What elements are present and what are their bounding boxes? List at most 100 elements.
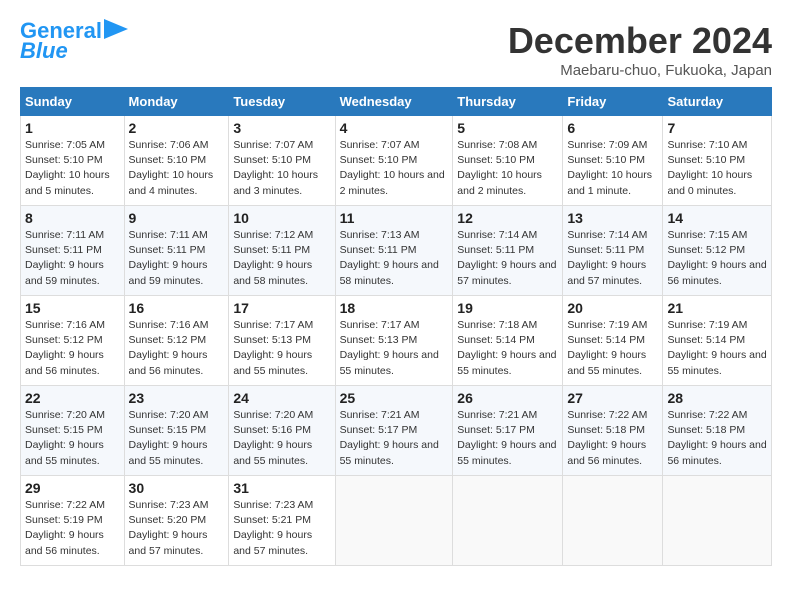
day-info: Sunrise: 7:05 AMSunset: 5:10 PMDaylight:…: [25, 139, 110, 197]
weekday-header: Sunday: [21, 88, 125, 116]
day-info: Sunrise: 7:10 AMSunset: 5:10 PMDaylight:…: [667, 139, 752, 197]
calendar-day-cell: 2 Sunrise: 7:06 AMSunset: 5:10 PMDayligh…: [124, 116, 229, 206]
day-info: Sunrise: 7:17 AMSunset: 5:13 PMDaylight:…: [233, 319, 313, 377]
day-number: 7: [667, 120, 767, 136]
weekday-header-row: SundayMondayTuesdayWednesdayThursdayFrid…: [21, 88, 772, 116]
day-number: 6: [567, 120, 658, 136]
day-number: 13: [567, 210, 658, 226]
month-title: December 2024: [508, 20, 772, 62]
day-info: Sunrise: 7:22 AMSunset: 5:18 PMDaylight:…: [567, 409, 647, 467]
day-info: Sunrise: 7:17 AMSunset: 5:13 PMDaylight:…: [340, 319, 439, 377]
weekday-header: Wednesday: [335, 88, 453, 116]
calendar-day-cell: 3 Sunrise: 7:07 AMSunset: 5:10 PMDayligh…: [229, 116, 335, 206]
day-number: 22: [25, 390, 120, 406]
day-number: 12: [457, 210, 558, 226]
day-info: Sunrise: 7:19 AMSunset: 5:14 PMDaylight:…: [567, 319, 647, 377]
calendar-day-cell: 7 Sunrise: 7:10 AMSunset: 5:10 PMDayligh…: [663, 116, 772, 206]
day-number: 9: [129, 210, 225, 226]
calendar-week-row: 29 Sunrise: 7:22 AMSunset: 5:19 PMDaylig…: [21, 476, 772, 566]
calendar-day-cell: 11 Sunrise: 7:13 AMSunset: 5:11 PMDaylig…: [335, 206, 453, 296]
calendar-day-cell: 21 Sunrise: 7:19 AMSunset: 5:14 PMDaylig…: [663, 296, 772, 386]
calendar-day-cell: 23 Sunrise: 7:20 AMSunset: 5:15 PMDaylig…: [124, 386, 229, 476]
day-info: Sunrise: 7:20 AMSunset: 5:15 PMDaylight:…: [25, 409, 105, 467]
calendar-day-cell: 15 Sunrise: 7:16 AMSunset: 5:12 PMDaylig…: [21, 296, 125, 386]
calendar-day-cell: 27 Sunrise: 7:22 AMSunset: 5:18 PMDaylig…: [563, 386, 663, 476]
day-number: 15: [25, 300, 120, 316]
calendar-day-cell: 13 Sunrise: 7:14 AMSunset: 5:11 PMDaylig…: [563, 206, 663, 296]
calendar-week-row: 15 Sunrise: 7:16 AMSunset: 5:12 PMDaylig…: [21, 296, 772, 386]
day-info: Sunrise: 7:20 AMSunset: 5:16 PMDaylight:…: [233, 409, 313, 467]
calendar-day-cell: 18 Sunrise: 7:17 AMSunset: 5:13 PMDaylig…: [335, 296, 453, 386]
day-info: Sunrise: 7:22 AMSunset: 5:19 PMDaylight:…: [25, 499, 105, 557]
day-info: Sunrise: 7:23 AMSunset: 5:20 PMDaylight:…: [129, 499, 209, 557]
day-number: 21: [667, 300, 767, 316]
day-number: 30: [129, 480, 225, 496]
calendar-day-cell: 4 Sunrise: 7:07 AMSunset: 5:10 PMDayligh…: [335, 116, 453, 206]
calendar-day-cell: 16 Sunrise: 7:16 AMSunset: 5:12 PMDaylig…: [124, 296, 229, 386]
day-number: 26: [457, 390, 558, 406]
day-info: Sunrise: 7:06 AMSunset: 5:10 PMDaylight:…: [129, 139, 214, 197]
calendar-day-cell: [453, 476, 563, 566]
day-number: 3: [233, 120, 330, 136]
day-info: Sunrise: 7:21 AMSunset: 5:17 PMDaylight:…: [340, 409, 439, 467]
day-info: Sunrise: 7:11 AMSunset: 5:11 PMDaylight:…: [129, 229, 208, 287]
day-number: 28: [667, 390, 767, 406]
day-info: Sunrise: 7:11 AMSunset: 5:11 PMDaylight:…: [25, 229, 104, 287]
calendar-day-cell: 12 Sunrise: 7:14 AMSunset: 5:11 PMDaylig…: [453, 206, 563, 296]
weekday-header: Tuesday: [229, 88, 335, 116]
day-info: Sunrise: 7:16 AMSunset: 5:12 PMDaylight:…: [25, 319, 105, 377]
calendar-day-cell: [663, 476, 772, 566]
day-info: Sunrise: 7:14 AMSunset: 5:11 PMDaylight:…: [567, 229, 647, 287]
location: Maebaru-chuo, Fukuoka, Japan: [508, 62, 772, 79]
day-info: Sunrise: 7:14 AMSunset: 5:11 PMDaylight:…: [457, 229, 556, 287]
weekday-header: Friday: [563, 88, 663, 116]
day-info: Sunrise: 7:16 AMSunset: 5:12 PMDaylight:…: [129, 319, 209, 377]
day-number: 16: [129, 300, 225, 316]
calendar-day-cell: 22 Sunrise: 7:20 AMSunset: 5:15 PMDaylig…: [21, 386, 125, 476]
calendar-table: SundayMondayTuesdayWednesdayThursdayFrid…: [20, 87, 772, 566]
day-number: 2: [129, 120, 225, 136]
calendar-day-cell: 6 Sunrise: 7:09 AMSunset: 5:10 PMDayligh…: [563, 116, 663, 206]
logo-arrow-icon: [104, 19, 128, 39]
calendar-week-row: 22 Sunrise: 7:20 AMSunset: 5:15 PMDaylig…: [21, 386, 772, 476]
day-info: Sunrise: 7:21 AMSunset: 5:17 PMDaylight:…: [457, 409, 556, 467]
day-info: Sunrise: 7:07 AMSunset: 5:10 PMDaylight:…: [340, 139, 445, 197]
logo-blue: Blue: [20, 40, 68, 62]
calendar-week-row: 1 Sunrise: 7:05 AMSunset: 5:10 PMDayligh…: [21, 116, 772, 206]
day-number: 8: [25, 210, 120, 226]
day-number: 4: [340, 120, 449, 136]
title-block: December 2024 Maebaru-chuo, Fukuoka, Jap…: [508, 20, 772, 79]
day-number: 25: [340, 390, 449, 406]
calendar-day-cell: 10 Sunrise: 7:12 AMSunset: 5:11 PMDaylig…: [229, 206, 335, 296]
day-number: 27: [567, 390, 658, 406]
calendar-day-cell: 30 Sunrise: 7:23 AMSunset: 5:20 PMDaylig…: [124, 476, 229, 566]
day-number: 24: [233, 390, 330, 406]
day-number: 14: [667, 210, 767, 226]
weekday-header: Thursday: [453, 88, 563, 116]
day-number: 10: [233, 210, 330, 226]
calendar-day-cell: 29 Sunrise: 7:22 AMSunset: 5:19 PMDaylig…: [21, 476, 125, 566]
day-info: Sunrise: 7:20 AMSunset: 5:15 PMDaylight:…: [129, 409, 209, 467]
day-number: 1: [25, 120, 120, 136]
day-number: 29: [25, 480, 120, 496]
day-info: Sunrise: 7:12 AMSunset: 5:11 PMDaylight:…: [233, 229, 313, 287]
day-number: 23: [129, 390, 225, 406]
weekday-header: Monday: [124, 88, 229, 116]
calendar-day-cell: 25 Sunrise: 7:21 AMSunset: 5:17 PMDaylig…: [335, 386, 453, 476]
calendar-day-cell: [335, 476, 453, 566]
day-info: Sunrise: 7:09 AMSunset: 5:10 PMDaylight:…: [567, 139, 652, 197]
calendar-day-cell: 9 Sunrise: 7:11 AMSunset: 5:11 PMDayligh…: [124, 206, 229, 296]
calendar-day-cell: 14 Sunrise: 7:15 AMSunset: 5:12 PMDaylig…: [663, 206, 772, 296]
day-number: 18: [340, 300, 449, 316]
day-info: Sunrise: 7:08 AMSunset: 5:10 PMDaylight:…: [457, 139, 542, 197]
calendar-day-cell: 31 Sunrise: 7:23 AMSunset: 5:21 PMDaylig…: [229, 476, 335, 566]
weekday-header: Saturday: [663, 88, 772, 116]
day-number: 5: [457, 120, 558, 136]
calendar-day-cell: [563, 476, 663, 566]
calendar-day-cell: 5 Sunrise: 7:08 AMSunset: 5:10 PMDayligh…: [453, 116, 563, 206]
day-number: 19: [457, 300, 558, 316]
calendar-day-cell: 28 Sunrise: 7:22 AMSunset: 5:18 PMDaylig…: [663, 386, 772, 476]
day-info: Sunrise: 7:13 AMSunset: 5:11 PMDaylight:…: [340, 229, 439, 287]
calendar-day-cell: 19 Sunrise: 7:18 AMSunset: 5:14 PMDaylig…: [453, 296, 563, 386]
day-info: Sunrise: 7:19 AMSunset: 5:14 PMDaylight:…: [667, 319, 766, 377]
